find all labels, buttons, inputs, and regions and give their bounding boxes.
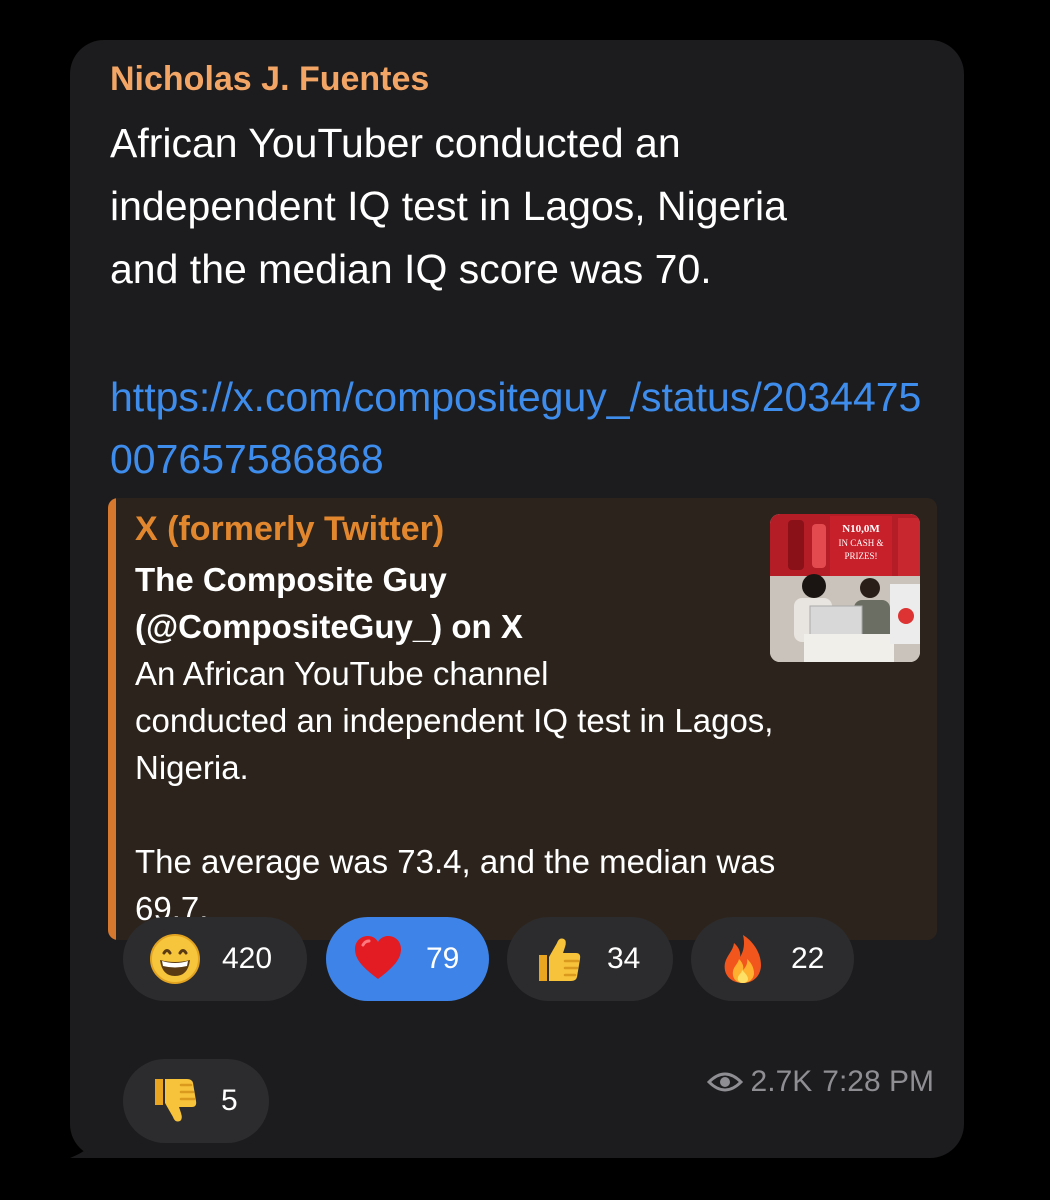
reaction-count: 5 [221, 1084, 238, 1117]
preview-title: The Composite Guy (@CompositeGuy_) on X [135, 561, 523, 645]
reaction-grinning[interactable]: 420 [123, 917, 307, 1001]
message-meta: 2.7K 7:28 PM [706, 1064, 934, 1100]
message-time: 7:28 PM [822, 1065, 934, 1098]
reaction-thumbs-down[interactable]: 5 [123, 1059, 269, 1143]
thumb-text-1: N10,0M [842, 523, 880, 535]
preview-accent-bar [108, 498, 116, 940]
thumbs-down-icon [155, 1079, 197, 1122]
reaction-count: 79 [426, 942, 460, 975]
eye-icon [706, 1072, 743, 1092]
thumb-text-3: PRIZES! [844, 551, 877, 561]
message-text: African YouTuber conducted an independen… [110, 120, 787, 292]
thumb-text-2: IN CASH & [838, 538, 883, 548]
link-preview[interactable]: X (formerly Twitter) The Composite Guy (… [108, 498, 937, 940]
preview-description: An African YouTube channel conducted an … [135, 655, 776, 927]
sender-name[interactable]: Nicholas J. Fuentes [110, 60, 429, 99]
preview-site-name: X (formerly Twitter) [135, 510, 445, 548]
preview-thumbnail[interactable]: N10,0M IN CASH & PRIZES! [770, 514, 920, 662]
grinning-face-icon [150, 934, 200, 984]
reaction-heart[interactable]: 79 [326, 917, 489, 1001]
fire-icon [724, 935, 761, 983]
reaction-count: 22 [791, 942, 825, 975]
reaction-count: 34 [607, 942, 641, 975]
message-link[interactable]: https://x.com/compositeguy_/status/20344… [110, 366, 930, 490]
reaction-thumbs-up[interactable]: 34 [507, 917, 673, 1001]
thumbs-up-icon [539, 938, 581, 981]
reaction-fire[interactable]: 22 [691, 917, 854, 1001]
red-heart-icon [355, 936, 401, 979]
reaction-count: 420 [222, 942, 273, 975]
view-count: 2.7K [750, 1065, 813, 1098]
